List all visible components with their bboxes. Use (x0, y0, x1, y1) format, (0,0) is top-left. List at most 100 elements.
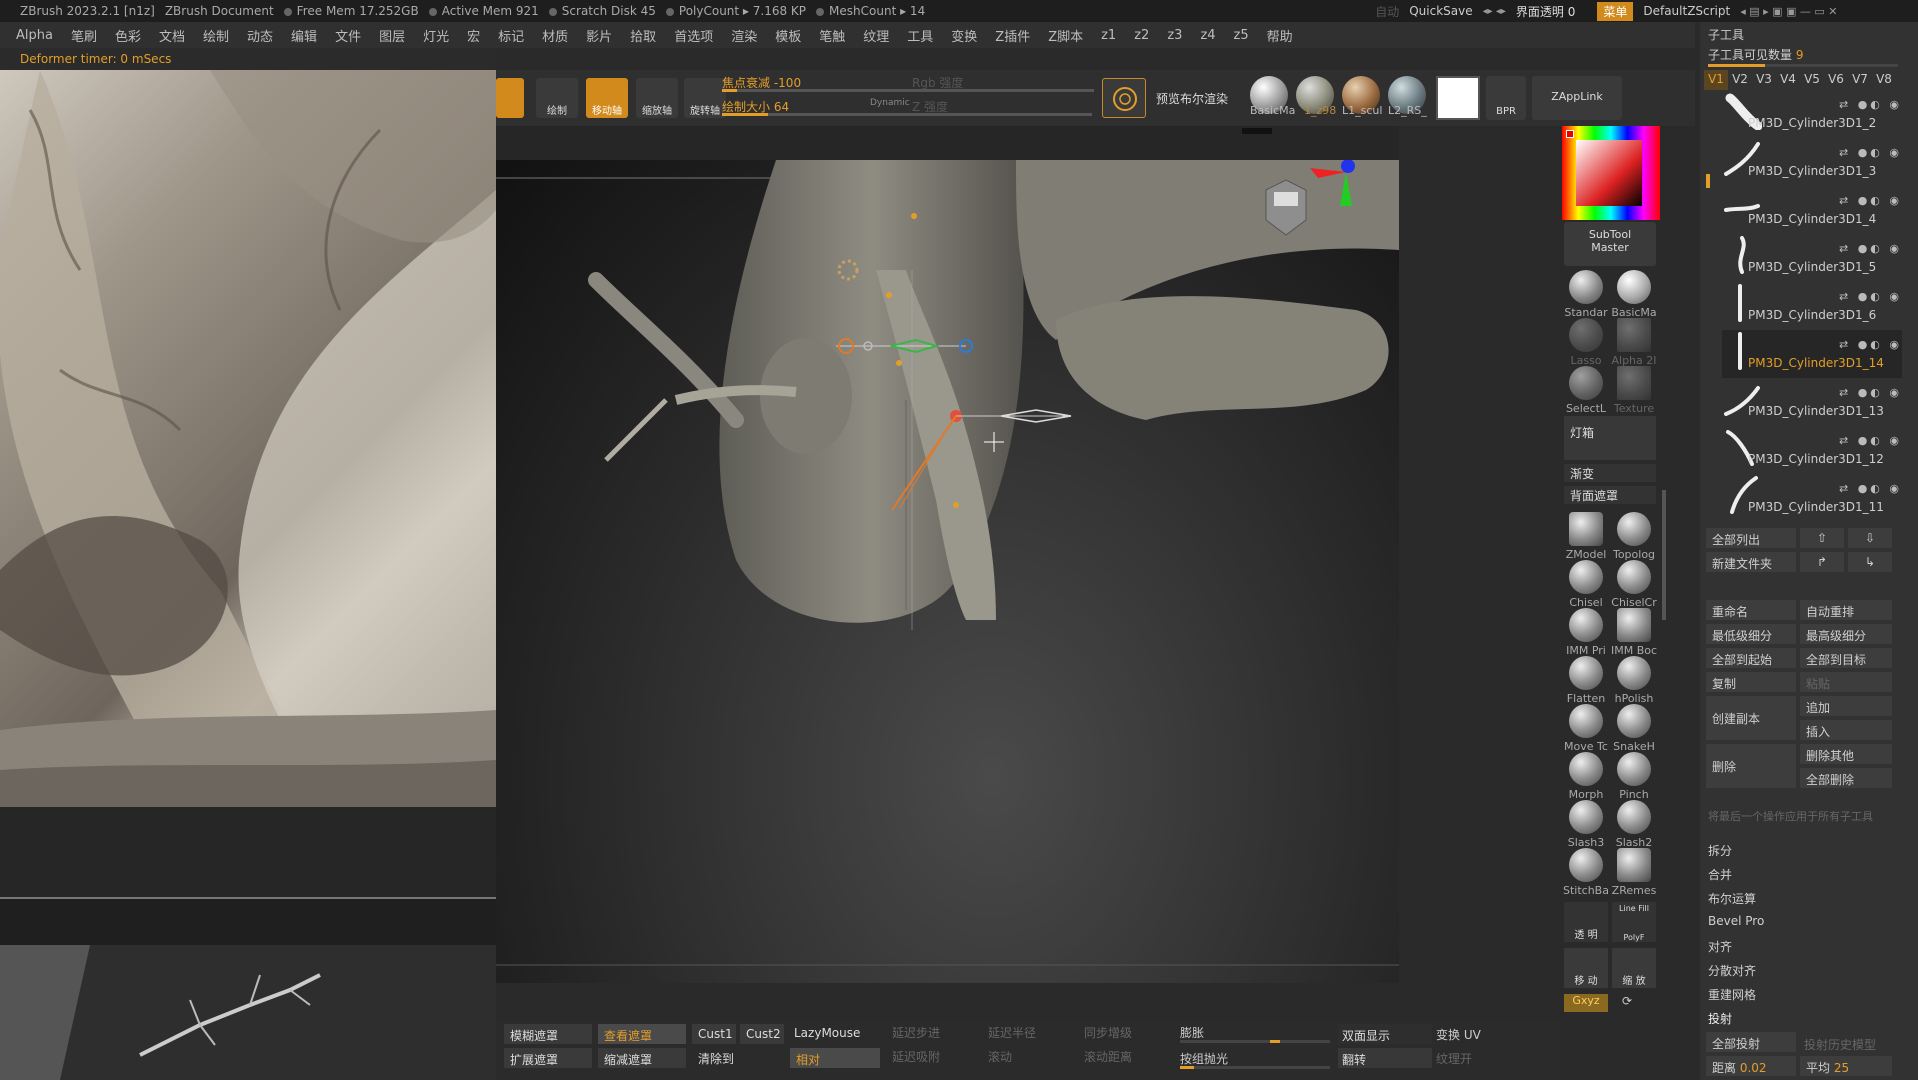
apply-last-to-all-label[interactable]: 将最后一个操作应用于所有子工具 (1708, 808, 1873, 824)
subtool-item[interactable]: ⇄ ●◐ ◉ PM3D_Cylinder3D1_12 (1722, 426, 1902, 474)
brush-imm-boolean[interactable]: IMM Boc (1610, 608, 1658, 657)
subtool-visibility-eye-icon[interactable]: ⇄ ●◐ ◉ (1839, 242, 1902, 255)
3d-viewport[interactable] (496, 160, 1399, 983)
menu-item[interactable]: 工具 (907, 26, 933, 45)
interface-transparency-slider[interactable]: 界面透明 0 (1516, 3, 1575, 20)
all-to-target-button[interactable]: 全部到目标 (1800, 648, 1892, 668)
brush-zremesher[interactable]: ZRemes (1610, 848, 1658, 897)
brush-topology[interactable]: Topolog (1610, 512, 1658, 561)
brush-imm-primitives[interactable]: IMM Pri (1562, 608, 1610, 657)
list-all-button[interactable]: 全部列出 (1706, 528, 1796, 548)
menu-item[interactable]: 色彩 (115, 26, 141, 45)
subtool-item[interactable]: ⇄ ●◐ ◉ PM3D_Cylinder3D1_6 (1722, 282, 1902, 330)
brush-pinch[interactable]: Pinch (1610, 752, 1658, 801)
menu-item[interactable]: 文档 (159, 26, 185, 45)
scroll-toggle[interactable]: 滚动 (988, 1048, 1012, 1065)
bpr-button[interactable]: BPR (1486, 76, 1526, 120)
double-sided-toggle[interactable]: 双面显示 (1338, 1024, 1432, 1044)
duplicate-button[interactable]: 创建副本 (1706, 696, 1796, 740)
brush-alpha[interactable]: Alpha 2I (1610, 318, 1658, 367)
subtool-master-button[interactable]: SubTool Master (1564, 222, 1656, 266)
z-intensity-slider[interactable]: Z 强度 (912, 98, 1092, 116)
window-controls[interactable]: ◂ ▤ ▸ ▣ ▣ — ▭ ✕ (1740, 5, 1837, 18)
subtool-item[interactable]: ⇄ ●◐ ◉ PM3D_Cylinder3D1_14 (1722, 330, 1902, 378)
merge-section[interactable]: 合并 (1708, 866, 1732, 883)
brush-move-topological[interactable]: Move Tc (1562, 704, 1610, 753)
project-history-button[interactable]: 投射历史模型 (1804, 1036, 1876, 1053)
menu-item[interactable]: z3 (1167, 28, 1182, 43)
cust1-button[interactable]: Cust1 (692, 1024, 736, 1044)
menu-item[interactable]: z5 (1234, 28, 1249, 43)
lowest-subdivision-button[interactable]: 最低级细分 (1706, 624, 1796, 644)
subtool-visibility-eye-icon[interactable]: ⇄ ●◐ ◉ (1839, 338, 1902, 351)
menu-item[interactable]: 模板 (775, 26, 801, 45)
menu-item[interactable]: 笔刷 (71, 26, 97, 45)
version-tab[interactable]: V5 (1800, 70, 1824, 90)
delete-button[interactable]: 删除 (1706, 744, 1796, 788)
shrink-mask-button[interactable]: 缩减遮罩 (598, 1048, 686, 1068)
brush-slash3[interactable]: Slash3 (1562, 800, 1610, 849)
menu-item[interactable]: 变换 (951, 26, 977, 45)
brush-flatten[interactable]: Flatten (1562, 656, 1610, 705)
menu-item[interactable]: 纹理 (863, 26, 889, 45)
copy-button[interactable]: 复制 (1706, 672, 1796, 692)
menu-item[interactable]: 图层 (379, 26, 405, 45)
split-section[interactable]: 拆分 (1708, 842, 1732, 859)
shelf-scrollbar[interactable] (1662, 490, 1666, 620)
scroll-handle[interactable] (1242, 128, 1272, 134)
subtool-item[interactable]: ⇄ ●◐ ◉ PM3D_Cylinder3D1_11 (1722, 474, 1902, 522)
lazy-snap-slider[interactable]: 延迟吸附 (892, 1048, 940, 1065)
blur-mask-button[interactable]: 模糊遮罩 (504, 1024, 592, 1044)
version-tab[interactable]: V7 (1848, 70, 1872, 90)
mean-slider[interactable]: 平均 25 (1800, 1056, 1892, 1076)
quicksave-button[interactable]: QuickSave (1409, 4, 1472, 18)
group-polish-slider[interactable]: 按组抛光 (1180, 1050, 1228, 1067)
subtool-item[interactable]: ⇄ ●◐ ◉ PM3D_Cylinder3D1_13 (1722, 378, 1902, 426)
menu-item[interactable]: 灯光 (423, 26, 449, 45)
menu-item[interactable]: 材质 (542, 26, 568, 45)
insert-button[interactable]: 插入 (1800, 720, 1892, 740)
brush-standard[interactable]: Standar (1562, 270, 1610, 319)
transparent-button[interactable]: 透 明 (1564, 902, 1608, 942)
delete-others-button[interactable]: 删除其他 (1800, 744, 1892, 764)
menu-item[interactable]: 渲染 (731, 26, 757, 45)
color-picker[interactable] (1562, 126, 1660, 220)
subtool-visibility-eye-icon[interactable]: ⇄ ●◐ ◉ (1839, 146, 1902, 159)
menu-item[interactable]: Z插件 (995, 26, 1030, 45)
live-boolean-button[interactable] (1102, 78, 1146, 118)
menu-button[interactable]: 菜单 (1597, 1, 1634, 21)
backface-mask-toggle[interactable]: 背面遮罩 (1564, 486, 1656, 504)
version-tab[interactable]: V8 (1872, 70, 1896, 90)
view-mask-button[interactable]: 查看遮罩 (598, 1024, 686, 1044)
inflate-slider[interactable]: 膨胀 (1180, 1024, 1204, 1041)
relative-toggle[interactable]: 相对 (790, 1048, 880, 1068)
scale-view-button[interactable]: 缩 放 (1612, 948, 1656, 988)
menu-item[interactable]: 动态 (247, 26, 273, 45)
flip-toggle[interactable]: 翻转 (1338, 1048, 1432, 1068)
subtool-visibility-eye-icon[interactable]: ⇄ ●◐ ◉ (1839, 482, 1902, 495)
draw-button[interactable]: 绘制 (536, 78, 578, 118)
brush-chiselcreature[interactable]: ChiselCr (1610, 560, 1658, 609)
brush-snakehook[interactable]: SnakeH (1610, 704, 1658, 753)
menu-item[interactable]: z4 (1200, 28, 1215, 43)
color-swatch[interactable] (1436, 76, 1480, 120)
brush-texture[interactable]: Texture (1610, 366, 1658, 415)
menu-item[interactable]: 编辑 (291, 26, 317, 45)
lazy-step-slider[interactable]: 延迟步进 (892, 1024, 940, 1041)
move-view-button[interactable]: 移 动 (1564, 948, 1608, 988)
xyz-symmetry-button[interactable]: Gxyz (1564, 994, 1608, 1012)
default-zscript-button[interactable]: DefaultZScript (1643, 4, 1730, 18)
boolean-section[interactable]: 布尔运算 (1708, 890, 1756, 907)
subtool-visibility-eye-icon[interactable]: ⇄ ●◐ ◉ (1839, 98, 1902, 111)
brush-chisel[interactable]: Chisel (1562, 560, 1610, 609)
menu-item[interactable]: 笔触 (819, 26, 845, 45)
bevel-pro-section[interactable]: Bevel Pro (1708, 914, 1764, 928)
subtool-item[interactable]: ⇄ ●◐ ◉ PM3D_Cylinder3D1_4 (1722, 186, 1902, 234)
subtool-item[interactable]: ⇄ ●◐ ◉ PM3D_Cylinder3D1_3 (1722, 138, 1902, 186)
gradient-toggle[interactable]: 渐变 (1564, 464, 1656, 482)
brush-zmodeler[interactable]: ZModel (1562, 512, 1610, 561)
arrow-right-down-icon[interactable]: ↳ (1848, 552, 1892, 572)
menu-item[interactable]: 拾取 (630, 26, 656, 45)
brush-basicmaterial[interactable]: BasicMa (1610, 270, 1658, 319)
rename-button[interactable]: 重命名 (1706, 600, 1796, 620)
